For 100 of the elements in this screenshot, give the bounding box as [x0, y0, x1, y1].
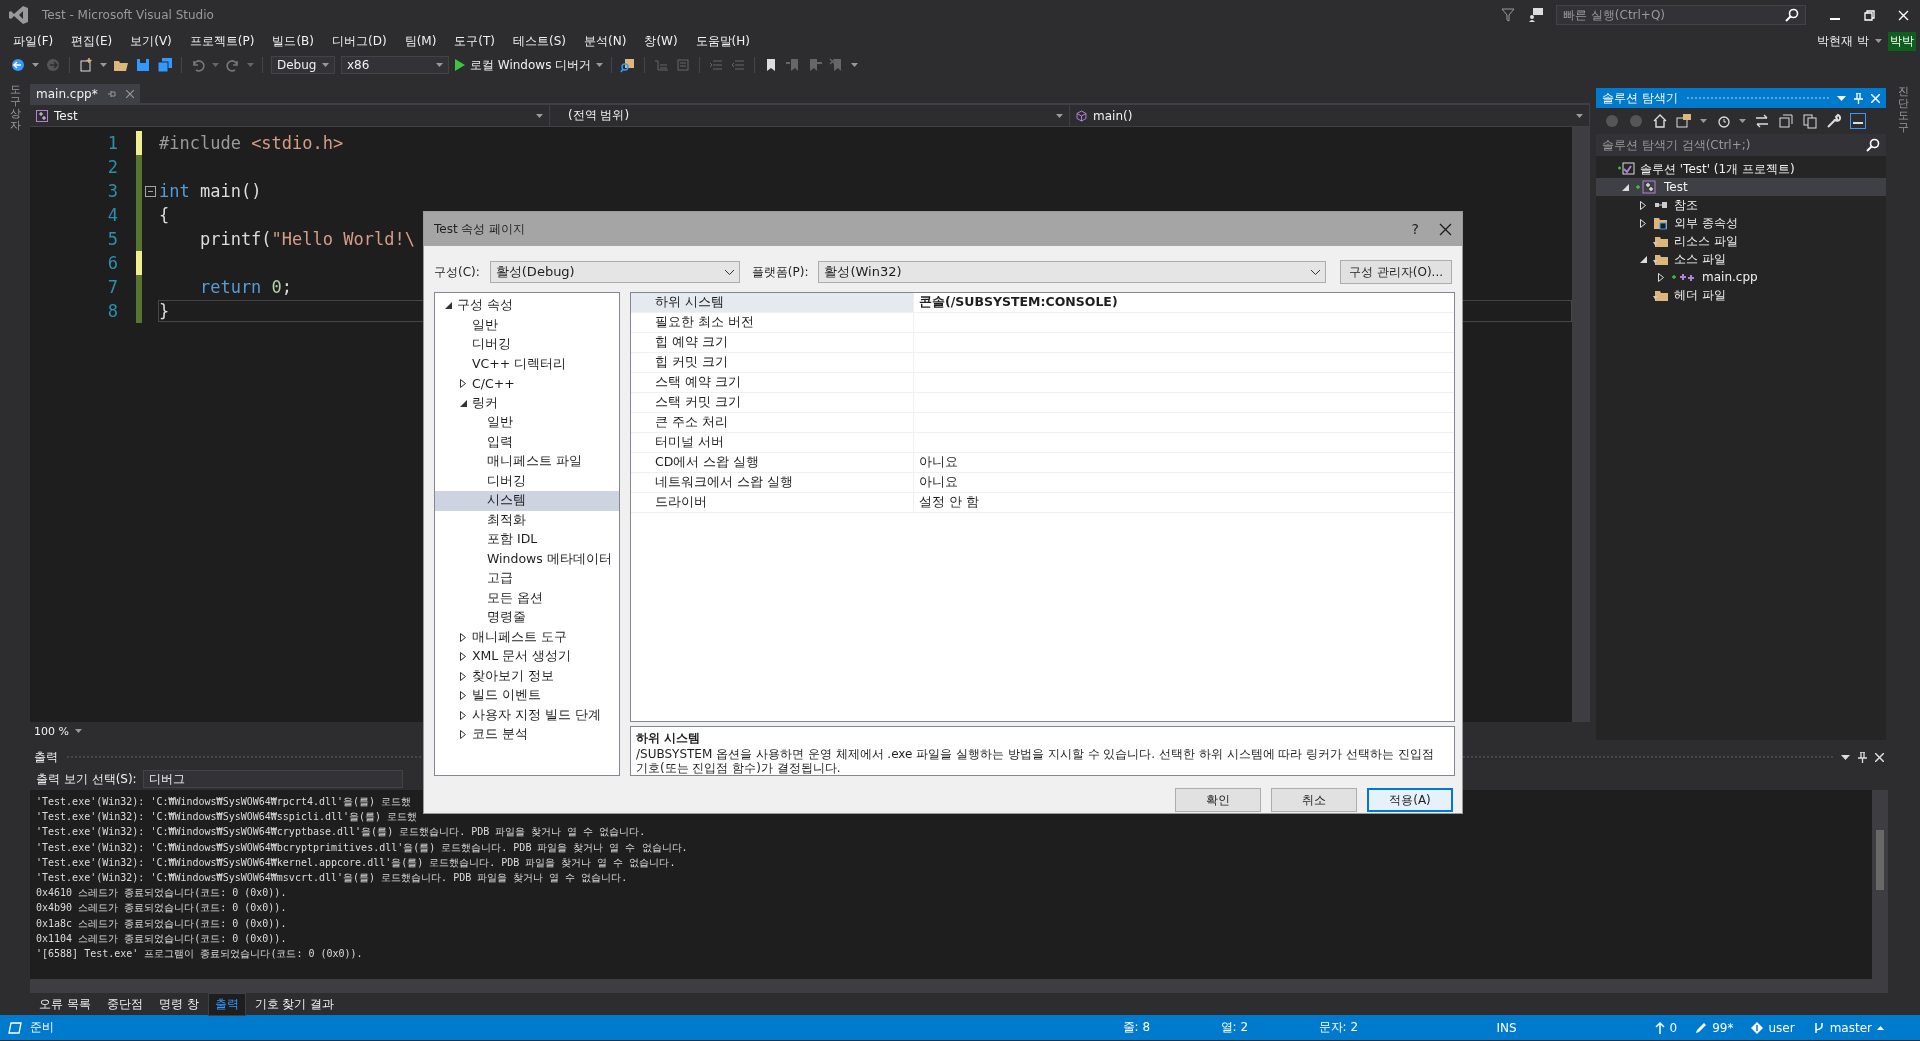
property-name[interactable]: 스택 커밋 크기 [631, 393, 914, 412]
tree-item[interactable]: 링커 [435, 393, 619, 413]
property-value[interactable]: 설정 안 함 [919, 494, 979, 511]
menu-item[interactable]: 테스트(S) [504, 32, 576, 50]
dialog-button[interactable]: 적용(A) [1367, 788, 1453, 812]
toolbox-tab[interactable]: 도구 상자 [9, 84, 21, 133]
member-dropdown[interactable]: main() [1070, 105, 1590, 126]
property-name[interactable]: 필요한 최소 버전 [631, 313, 914, 332]
configuration-dropdown[interactable]: 활성(Debug) [489, 261, 740, 283]
menu-item[interactable]: 빌드(B) [263, 32, 323, 50]
menu-item[interactable]: 팀(M) [395, 32, 446, 50]
property-name[interactable]: 스택 예약 크기 [631, 373, 914, 392]
tree-item[interactable]: 입력 [435, 432, 619, 452]
copy-icon[interactable] [1802, 113, 1818, 129]
property-name[interactable]: 힙 예약 크기 [631, 333, 914, 352]
property-name[interactable]: 터미널 서버 [631, 433, 914, 452]
tree-item[interactable]: 참조 [1596, 196, 1886, 214]
tree-item[interactable]: 고급 [435, 569, 619, 589]
menu-item[interactable]: 파일(F) [4, 32, 63, 50]
platform-dropdown[interactable]: 활성(Win32) [818, 261, 1326, 283]
menu-item[interactable]: 디버그(D) [323, 32, 396, 50]
panel-tab[interactable]: 출력 [207, 992, 246, 1016]
menu-item[interactable]: 도움말(H) [686, 32, 759, 50]
property-name[interactable]: 네트워크에서 스왑 실행 [631, 473, 914, 492]
panel-tab[interactable]: 오류 목록 [32, 992, 98, 1016]
repository-name[interactable]: user [1768, 1020, 1795, 1035]
dialog-button[interactable]: 확인 [1175, 788, 1261, 812]
wrench-icon[interactable] [1826, 113, 1842, 129]
save-all-icon[interactable] [157, 57, 173, 73]
account-badge[interactable]: 박박 [1888, 31, 1916, 51]
feedback-icon[interactable] [1528, 7, 1544, 23]
menu-item[interactable]: 창(W) [635, 32, 687, 50]
panel-tab[interactable]: 중단점 [99, 992, 150, 1016]
redo-icon[interactable] [225, 57, 241, 73]
dropdown-icon[interactable] [1841, 754, 1850, 760]
panel-tab[interactable]: 명령 창 [151, 992, 206, 1016]
dialog-button[interactable]: 취소 [1271, 788, 1357, 812]
sync-icon[interactable] [1676, 113, 1692, 129]
tree-item[interactable]: 코드 분석 [435, 725, 619, 745]
new-item-icon[interactable] [78, 57, 94, 73]
property-name[interactable]: 하위 시스템 [631, 293, 914, 312]
tree-item[interactable]: 시스템 [435, 491, 619, 511]
quick-launch-field[interactable]: 빠른 실행(Ctrl+Q) [1556, 5, 1806, 25]
menu-item[interactable]: 분석(N) [575, 32, 636, 50]
scrollbar[interactable] [30, 979, 1888, 993]
tree-item[interactable]: Test [1596, 178, 1886, 196]
tree-item[interactable]: 솔루션 'Test' (1개 프로젝트) [1596, 160, 1886, 178]
tree-item[interactable]: 디버깅 [435, 471, 619, 491]
tree-item[interactable]: 사용자 지정 빌드 단계 [435, 705, 619, 725]
expanded-icon[interactable] [459, 399, 467, 407]
home-icon[interactable] [1652, 113, 1668, 129]
project-dropdown[interactable]: Test [30, 105, 550, 126]
start-debugging-button[interactable]: 로컬 Windows 디버거 [455, 56, 604, 74]
tree-item[interactable]: 포함 IDL [435, 530, 619, 550]
platform-dropdown[interactable]: x86 [341, 56, 449, 74]
tree-item[interactable]: VC++ 디렉터리 [435, 354, 619, 374]
tree-item[interactable]: main.cpp [1596, 268, 1886, 286]
find-in-files-icon[interactable] [620, 57, 637, 73]
tree-item[interactable]: 소스 파일 [1596, 250, 1886, 268]
diagnostic-tools-tab[interactable]: 진단 도구 [1897, 86, 1909, 135]
property-value[interactable]: 아니요 [919, 474, 958, 491]
tree-item[interactable]: 일반 [435, 315, 619, 335]
scrollbar[interactable] [1872, 790, 1888, 979]
search-field[interactable]: 솔루션 탐색기 검색(Ctrl+;) [1596, 134, 1886, 156]
tree-item[interactable]: 구성 속성 [435, 296, 619, 316]
expanded-icon[interactable] [1639, 255, 1647, 263]
property-value[interactable]: 아니요 [919, 454, 958, 471]
menu-item[interactable]: 도구(T) [445, 32, 505, 50]
save-icon[interactable] [135, 57, 151, 73]
tree-item[interactable]: C/C++ [435, 374, 619, 394]
tree-item[interactable]: 디버깅 [435, 335, 619, 355]
undo-icon[interactable] [190, 57, 206, 73]
menu-item[interactable]: 프로젝트(P) [180, 32, 264, 50]
collapse-icon[interactable] [144, 185, 156, 197]
tree-item[interactable]: 명령줄 [435, 608, 619, 628]
branch-name[interactable]: master [1829, 1020, 1872, 1035]
tree-item[interactable]: 찾아보기 정보 [435, 666, 619, 686]
tree-item[interactable]: 매니페스트 파일 [435, 452, 619, 472]
unpushed-count[interactable]: 0 [1669, 1020, 1678, 1035]
tree-item[interactable]: 모든 옵션 [435, 588, 619, 608]
output-source-dropdown[interactable]: 디버그 [142, 770, 403, 788]
tree-item[interactable]: Windows 메타데이터 [435, 549, 619, 569]
filter-icon[interactable] [1500, 7, 1516, 23]
expanded-icon[interactable] [444, 302, 452, 310]
pending-changes[interactable]: 99* [1712, 1020, 1734, 1035]
property-name[interactable]: 힙 커밋 크기 [631, 353, 914, 372]
tree-item[interactable]: 최적화 [435, 510, 619, 530]
tree-item[interactable]: 일반 [435, 413, 619, 433]
scrollbar[interactable] [1572, 127, 1590, 722]
menu-item[interactable]: 보기(V) [121, 32, 181, 50]
tree-item[interactable]: 빌드 이벤트 [435, 686, 619, 706]
tree-item[interactable]: 외부 종속성 [1596, 214, 1886, 232]
collapsed-icon[interactable] [460, 379, 466, 389]
property-value[interactable]: 콘솔(/SUBSYSTEM:CONSOLE) [919, 294, 1118, 311]
history-icon[interactable] [1715, 113, 1731, 129]
next-bookmark-icon[interactable] [807, 57, 824, 73]
tree-item[interactable]: 매니페스트 도구 [435, 627, 619, 647]
menu-item[interactable]: 편집(E) [62, 32, 122, 50]
dropdown-icon[interactable] [1837, 95, 1846, 101]
tree-item[interactable]: XML 문서 생성기 [435, 647, 619, 667]
